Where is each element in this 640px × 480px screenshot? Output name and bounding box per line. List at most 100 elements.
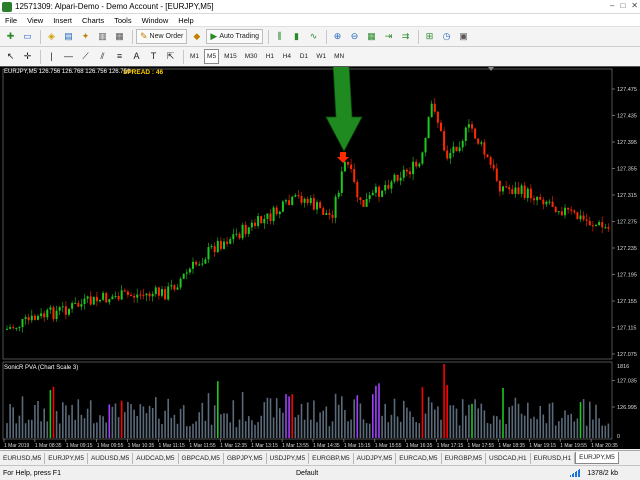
candle-body	[297, 195, 300, 197]
zoom-in-icon[interactable]: ⊕	[330, 29, 345, 44]
candle-body	[244, 224, 247, 234]
chart-tab[interactable]: AUDJPY,M5	[354, 453, 397, 464]
candle-body	[71, 303, 74, 309]
chart-tab[interactable]: EURUSD,M5	[0, 453, 46, 464]
timeframe-m15[interactable]: M15	[221, 49, 240, 64]
zoom-out-icon[interactable]: ⊖	[347, 29, 362, 44]
candlestick-icon[interactable]: ▮	[289, 29, 304, 44]
periods-icon[interactable]: ◷	[439, 29, 454, 44]
menu-insert[interactable]: Insert	[48, 16, 77, 25]
chart-tab[interactable]: AUDCAD,M5	[133, 453, 179, 464]
chart-tab[interactable]: AUDUSD,M5	[88, 453, 134, 464]
label-icon[interactable]: T	[146, 49, 161, 64]
chart-tab[interactable]: USDJPY,M5	[267, 453, 310, 464]
channel-icon[interactable]: ⫽	[95, 49, 110, 64]
trendline-icon[interactable]: ⟋	[78, 49, 93, 64]
timeframe-m30[interactable]: M30	[242, 49, 261, 64]
metaeditor-icon[interactable]: ◆	[189, 29, 204, 44]
templates-icon[interactable]: ▣	[456, 29, 471, 44]
candle-body	[95, 296, 98, 302]
timeframe-h4[interactable]: H4	[279, 49, 294, 64]
chart-tab[interactable]: USDCAD,H1	[486, 453, 531, 464]
close-button[interactable]: ✕	[631, 1, 638, 10]
chart-tab-active[interactable]: EURJPY,M5	[575, 452, 619, 464]
profiles-icon[interactable]: ▭	[20, 29, 35, 44]
data-window-icon[interactable]: ▤	[61, 29, 76, 44]
bar-chart-icon[interactable]: ⫼	[272, 29, 287, 44]
horizontal-line-icon[interactable]: —	[61, 49, 76, 64]
candle-body	[384, 184, 387, 191]
menu-file[interactable]: File	[0, 16, 22, 25]
restore-button[interactable]: □	[620, 1, 625, 10]
tile-windows-icon[interactable]: ▦	[364, 29, 379, 44]
candle-body	[154, 287, 157, 294]
timeframe-w1[interactable]: W1	[313, 49, 329, 64]
terminal-icon[interactable]: ▥	[95, 29, 110, 44]
candle-body	[126, 291, 129, 295]
timeframe-m5[interactable]: M5	[204, 49, 220, 64]
candle-body	[167, 286, 170, 300]
price-tick-label: 127.035	[617, 379, 637, 385]
chart-tab[interactable]: EURUSD,H1	[531, 453, 576, 464]
chart-tab[interactable]: GBPCAD,M5	[179, 453, 224, 464]
chart-tab[interactable]: EURJPY,M5	[45, 453, 88, 464]
menu-window[interactable]: Window	[137, 16, 174, 25]
candle-body	[198, 264, 201, 266]
candle-body	[247, 227, 250, 234]
cursor-icon[interactable]: ↖	[3, 49, 18, 64]
menu-view[interactable]: View	[22, 16, 48, 25]
new-order-button[interactable]: ✎ New Order	[136, 29, 188, 44]
candle-body	[80, 304, 83, 307]
crosshair-icon[interactable]: ✛	[20, 49, 35, 64]
candle-body	[61, 306, 64, 308]
candle-body	[30, 315, 33, 321]
toolbar-separator	[40, 29, 41, 44]
timeframe-m1[interactable]: M1	[187, 49, 202, 64]
menu-charts[interactable]: Charts	[77, 16, 109, 25]
text-icon[interactable]: A	[129, 49, 144, 64]
chart-tab[interactable]: EURCAD,M5	[396, 453, 442, 464]
candle-body	[427, 117, 430, 139]
candle-body	[306, 198, 309, 204]
autoscroll-icon[interactable]: ⇉	[398, 29, 413, 44]
timeframe-h1[interactable]: H1	[262, 49, 277, 64]
candle-body	[309, 198, 312, 204]
auto-trading-button[interactable]: ▶ Auto Trading	[206, 29, 264, 44]
menu-help[interactable]: Help	[173, 16, 198, 25]
candle-body	[579, 215, 582, 220]
chart-tab[interactable]: EURGBP,M5	[442, 453, 487, 464]
candle-body	[210, 246, 213, 248]
candle-body	[303, 198, 306, 203]
candle-body	[359, 197, 362, 200]
fibonacci-icon[interactable]: ≡	[112, 49, 127, 64]
minimize-button[interactable]: –	[610, 1, 614, 10]
time-tick-label: 1 Mar 11:15	[159, 443, 186, 449]
candle-body	[452, 146, 455, 153]
candle-body	[520, 185, 523, 194]
new-chart-icon[interactable]: ✚	[3, 29, 18, 44]
tester-icon[interactable]: ▦	[112, 29, 127, 44]
chart-tab[interactable]: GBPJPY,M5	[224, 453, 267, 464]
navigator-icon[interactable]: ✦	[78, 29, 93, 44]
vertical-line-icon[interactable]: |	[44, 49, 59, 64]
timeframe-mn[interactable]: MN	[331, 49, 347, 64]
candle-body	[371, 192, 374, 196]
chart-shift-icon[interactable]: ⇥	[381, 29, 396, 44]
candle-body	[337, 192, 340, 197]
candle-body	[551, 201, 554, 207]
menu-tools[interactable]: Tools	[109, 16, 137, 25]
chart-tab[interactable]: EURGBP,M5	[309, 453, 354, 464]
indicator-tick-label: 1816	[617, 364, 629, 370]
timeframe-d1[interactable]: D1	[296, 49, 311, 64]
indicators-icon[interactable]: ⊞	[422, 29, 437, 44]
candle-body	[312, 198, 315, 210]
chart-window[interactable]: 127.475 127.435 127.395 127.355 127.315 127.2…	[0, 66, 640, 449]
window-controls: – □ ✕	[610, 1, 638, 10]
arrows-icon[interactable]: ⇱	[163, 49, 178, 64]
market-watch-icon[interactable]: ◈	[44, 29, 59, 44]
candle-body	[374, 186, 377, 193]
candle-body	[33, 315, 36, 320]
price-chart[interactable]: 127.475 127.435 127.395 127.355 127.315 127.2…	[0, 67, 640, 450]
candle-body	[86, 296, 89, 299]
line-chart-icon[interactable]: ∿	[306, 29, 321, 44]
